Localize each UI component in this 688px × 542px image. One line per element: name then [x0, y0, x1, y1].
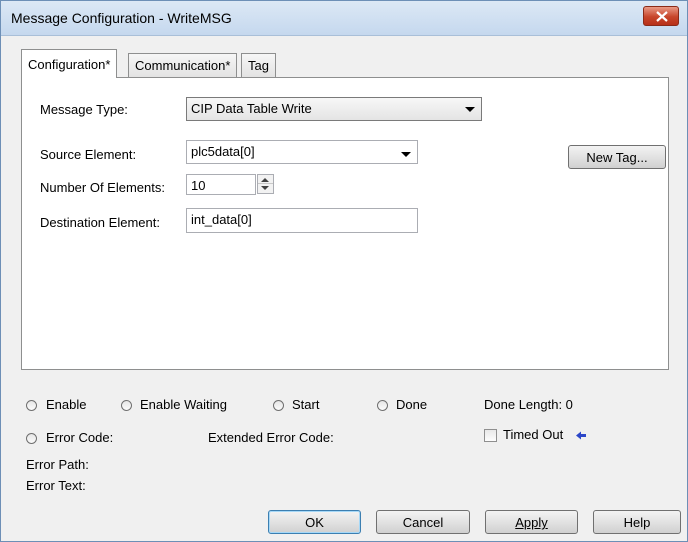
error-code-indicator	[26, 433, 37, 444]
window-title: Message Configuration - WriteMSG	[11, 10, 232, 26]
number-of-elements-label: Number Of Elements:	[40, 180, 165, 195]
destination-element-label: Destination Element:	[40, 215, 160, 230]
title-bar[interactable]: Message Configuration - WriteMSG	[1, 1, 687, 36]
help-button[interactable]: Help	[593, 510, 681, 534]
configuration-panel: Message Type: CIP Data Table Write Sourc…	[21, 77, 669, 370]
source-element-label: Source Element:	[40, 147, 137, 162]
message-type-label: Message Type:	[40, 102, 128, 117]
spinner-divider	[258, 183, 273, 184]
done-indicator	[377, 400, 388, 411]
enable-waiting-indicator	[121, 400, 132, 411]
tab-configuration[interactable]: Configuration*	[21, 49, 118, 78]
error-text-label: Error Text:	[26, 478, 86, 493]
apply-button[interactable]: Apply	[485, 510, 578, 534]
start-indicator	[273, 400, 284, 411]
error-path-label: Error Path:	[26, 457, 89, 472]
source-element-value: plc5data[0]	[191, 144, 255, 159]
chevron-down-icon	[465, 107, 475, 112]
spin-up-icon[interactable]	[261, 178, 269, 182]
apply-button-label: Apply	[515, 515, 548, 530]
enable-label: Enable	[46, 397, 87, 412]
chevron-down-icon	[401, 152, 411, 157]
close-icon	[656, 11, 668, 22]
source-element-combobox[interactable]: plc5data[0]	[186, 140, 418, 164]
timed-out-checkbox[interactable]	[484, 429, 497, 442]
start-label: Start	[292, 397, 320, 412]
close-button[interactable]	[643, 6, 679, 26]
number-of-elements-input[interactable]: 10	[186, 174, 256, 195]
done-label: Done	[396, 397, 428, 412]
done-length-label: Done Length: 0	[484, 397, 573, 412]
extended-error-code-label: Extended Error Code:	[208, 430, 334, 445]
arrow-left-icon	[576, 431, 586, 440]
new-tag-button[interactable]: New Tag...	[568, 145, 666, 169]
error-code-label: Error Code:	[46, 430, 114, 445]
message-type-select[interactable]: CIP Data Table Write	[186, 97, 482, 121]
ok-button[interactable]: OK	[268, 510, 361, 534]
cancel-button[interactable]: Cancel	[376, 510, 470, 534]
timed-out-label: Timed Out	[503, 427, 564, 442]
message-type-value: CIP Data Table Write	[191, 101, 312, 116]
enable-waiting-label: Enable Waiting	[140, 397, 227, 412]
number-of-elements-spinner[interactable]	[257, 174, 274, 194]
tab-communication[interactable]: Communication*	[128, 53, 238, 77]
enable-indicator	[26, 400, 37, 411]
destination-element-input[interactable]: int_data[0]	[186, 208, 418, 233]
spin-down-icon[interactable]	[261, 186, 269, 190]
message-configuration-window: Message Configuration - WriteMSG Configu…	[0, 0, 688, 542]
tab-tag[interactable]: Tag	[241, 53, 276, 77]
